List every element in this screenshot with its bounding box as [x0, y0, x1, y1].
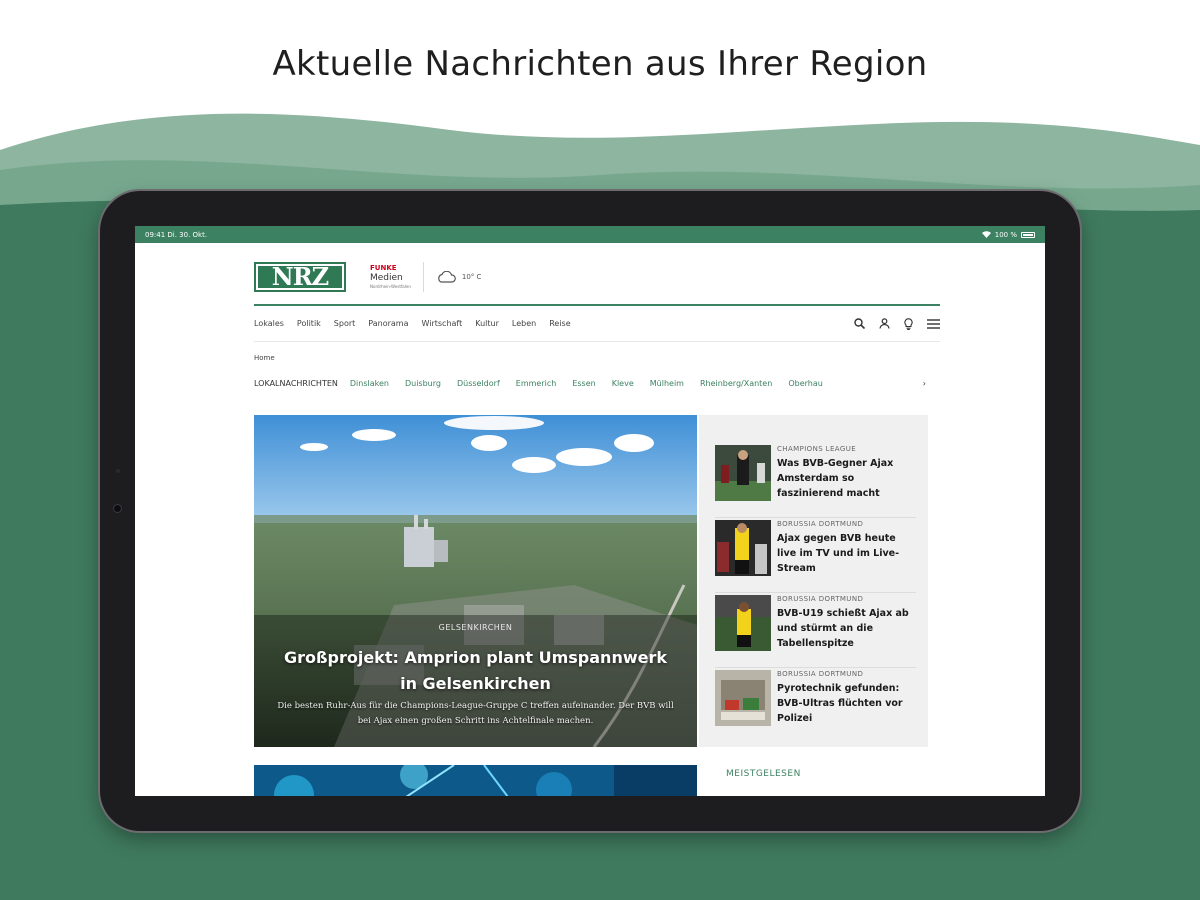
- nav-icons: [854, 317, 940, 330]
- nav-link[interactable]: Politik: [297, 319, 321, 328]
- lokal-link[interactable]: Dinslaken: [350, 379, 389, 388]
- funke-logo-top: FUNKE: [370, 263, 397, 272]
- lightbulb-icon[interactable]: [904, 317, 913, 330]
- hero-title[interactable]: Großprojekt: Amprion plant Umspannwerk i…: [274, 645, 677, 697]
- funke-logo-bottom: Nordrhein-Westfalen: [370, 283, 411, 289]
- hero-kicker: GELSENKIRCHEN: [438, 623, 513, 632]
- user-icon[interactable]: [879, 318, 890, 329]
- nrz-logo[interactable]: NRZ: [254, 261, 346, 292]
- tablet-camera: [113, 504, 122, 513]
- nav-link[interactable]: Panorama: [368, 319, 408, 328]
- status-time: 09:41 Di. 30. Okt.: [145, 230, 208, 239]
- funke-logo-mid: Medien: [370, 272, 403, 283]
- lokal-link[interactable]: Essen: [572, 379, 595, 388]
- meistgelesen-heading: MEISTGELESEN: [726, 769, 801, 779]
- search-icon[interactable]: [854, 318, 865, 329]
- sidebar-articles: CHAMPIONS LEAGUE Was BVB-Gegner Ajax Ams…: [699, 415, 928, 747]
- hero-teaser: Die besten Ruhr-Aus für die Champions-Le…: [277, 701, 674, 726]
- article-thumbnail: [715, 670, 771, 726]
- article-thumbnail: [715, 445, 771, 501]
- article-title[interactable]: Ajax gegen BVB heute live im TV und im L…: [777, 531, 916, 576]
- battery-icon: [1021, 231, 1035, 238]
- article-kicker: BORUSSIA DORTMUND: [777, 670, 864, 678]
- wifi-icon: [981, 231, 991, 238]
- article-thumbnail: [715, 595, 771, 651]
- hero-image: [254, 415, 697, 747]
- lokal-link[interactable]: Düsseldorf: [457, 379, 500, 388]
- tablet-sensor: [116, 469, 120, 473]
- news-page: NRZ FUNKE Medien Nordrhein-Westfalen 10°…: [254, 243, 940, 796]
- temperature: 10° C: [461, 272, 482, 281]
- chevron-right-icon[interactable]: ›: [923, 379, 926, 388]
- lokal-link[interactable]: Rheinberg/Xanten: [700, 379, 772, 388]
- cloud-icon: [438, 270, 456, 283]
- status-bar: 09:41 Di. 30. Okt. 100 %: [135, 226, 1045, 243]
- lokal-label: LOKALNACHRICHTEN: [254, 378, 338, 388]
- sidebar-article[interactable]: CHAMPIONS LEAGUE Was BVB-Gegner Ajax Ams…: [715, 443, 916, 518]
- main-nav: Lokales Politik Sport Panorama Wirtschaft Kul…: [254, 304, 940, 342]
- article-kicker: CHAMPIONS LEAGUE: [777, 445, 857, 453]
- nav-link[interactable]: Leben: [512, 319, 536, 328]
- article-kicker: BORUSSIA DORTMUND: [777, 520, 864, 528]
- sidebar-article[interactable]: BORUSSIA DORTMUND Ajax gegen BVB heute l…: [715, 518, 916, 593]
- breadcrumb[interactable]: Home: [254, 354, 940, 364]
- lokal-nav: LOKALNACHRICHTEN Dinslaken Duisburg Düssel…: [254, 376, 926, 390]
- article-kicker: BORUSSIA DORTMUND: [777, 595, 864, 603]
- nav-link[interactable]: Lokales: [254, 319, 284, 328]
- battery-percent: 100 %: [994, 230, 1017, 239]
- tablet-frame: 09:41 Di. 30. Okt. 100 % NRZ FUNKE Medie…: [100, 191, 1080, 831]
- lokal-link[interactable]: Kleve: [612, 379, 634, 388]
- lokal-link[interactable]: Emmerich: [516, 379, 557, 388]
- lokal-items: Dinslaken Duisburg Düsseldorf Emmerich Essen…: [350, 379, 839, 388]
- lokal-link[interactable]: Oberhau: [788, 379, 823, 388]
- brand-divider: [422, 261, 424, 292]
- article-title[interactable]: Was BVB-Gegner Ajax Amsterdam so faszini…: [777, 456, 916, 501]
- lokal-link[interactable]: Duisburg: [405, 379, 441, 388]
- hero-article[interactable]: GELSENKIRCHEN Großprojekt: Amprion plant…: [254, 415, 697, 747]
- article-title[interactable]: BVB-U19 schießt Ajax ab und stürmt an di…: [777, 606, 916, 651]
- weather-widget[interactable]: 10° C: [436, 270, 482, 283]
- tablet-screen: 09:41 Di. 30. Okt. 100 % NRZ FUNKE Medie…: [135, 226, 1045, 796]
- nav-link[interactable]: Kultur: [475, 319, 499, 328]
- lokal-link[interactable]: Mülheim: [650, 379, 684, 388]
- brand-bar: NRZ FUNKE Medien Nordrhein-Westfalen 10°…: [254, 243, 940, 304]
- nav-link[interactable]: Reise: [549, 319, 570, 328]
- nav-links: Lokales Politik Sport Panorama Wirtschaft Kul…: [254, 319, 571, 328]
- sidebar-article[interactable]: BORUSSIA DORTMUND BVB-U19 schießt Ajax a…: [715, 593, 916, 668]
- funke-logo[interactable]: FUNKE Medien Nordrhein-Westfalen: [370, 263, 411, 289]
- article-thumbnail: [715, 520, 771, 576]
- nav-link[interactable]: Sport: [334, 319, 355, 328]
- second-article-image[interactable]: [254, 765, 697, 796]
- sidebar-article[interactable]: BORUSSIA DORTMUND Pyrotechnik gefunden: …: [715, 668, 916, 743]
- promo-headline: Aktuelle Nachrichten aus Ihrer Region: [272, 44, 928, 84]
- nav-link[interactable]: Wirtschaft: [422, 319, 463, 328]
- article-title[interactable]: Pyrotechnik gefunden: BVB-Ultras flüchte…: [777, 681, 916, 726]
- menu-icon[interactable]: [927, 318, 940, 329]
